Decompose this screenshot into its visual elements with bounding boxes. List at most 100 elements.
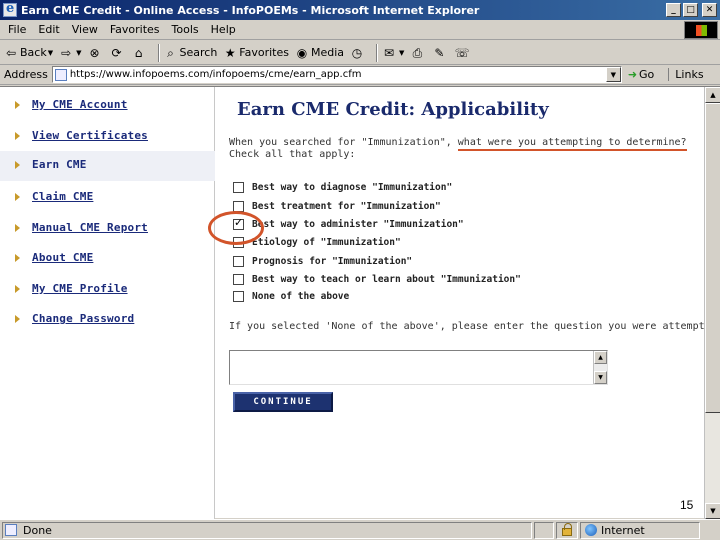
back-arrow-icon: ⇦ (5, 45, 17, 60)
refresh-button[interactable]: ⟳ (110, 46, 126, 60)
history-button[interactable]: ◷ (350, 46, 366, 60)
search-button[interactable]: ⌕ Search (164, 45, 217, 60)
menu-file[interactable]: File (0, 23, 32, 36)
status-text-cell: Done (2, 521, 532, 539)
chevron-down-icon[interactable]: ▼ (605, 67, 621, 82)
go-button[interactable]: ➜ Go (628, 68, 654, 81)
arrow-bullet-icon (15, 161, 20, 169)
scroll-up-icon[interactable]: ▲ (594, 351, 607, 364)
option-label: Etiology of "Immunization" (252, 236, 401, 248)
favorites-button[interactable]: ★ Favorites (223, 46, 289, 60)
sidebar-item-label[interactable]: My CME Profile (32, 282, 128, 295)
option-label: None of the above (252, 290, 350, 302)
print-icon: ⎙ (412, 45, 423, 60)
discuss-button[interactable]: ☏ (454, 46, 470, 60)
back-label: Back (20, 46, 47, 59)
links-button[interactable]: Links (668, 68, 704, 81)
scroll-down-icon[interactable]: ▼ (705, 503, 720, 519)
scroll-down-icon[interactable]: ▼ (594, 371, 607, 384)
option-diagnose[interactable]: Best way to diagnose "Immunization" (233, 180, 452, 194)
sidebar-item-label[interactable]: Earn CME (32, 158, 87, 171)
windows-logo-icon (684, 21, 718, 39)
address-label: Address (4, 68, 48, 81)
continue-button[interactable]: CONTINUE (233, 392, 333, 412)
sidebar-item-label[interactable]: About CME (32, 251, 93, 264)
sidebar-item-label[interactable]: My CME Account (32, 98, 128, 111)
checkbox[interactable] (233, 273, 244, 285)
annotation-circle (208, 211, 264, 245)
sidebar-item-earn-cme[interactable]: Earn CME (0, 151, 215, 181)
option-none[interactable]: None of the above (233, 289, 349, 303)
menu-tools[interactable]: Tools (166, 23, 205, 36)
sidebar-item-label[interactable]: Change Password (32, 312, 134, 325)
scrollbar-thumb[interactable] (705, 103, 720, 413)
sidebar-item-label[interactable]: View Certificates (32, 129, 148, 142)
menu-bar: File Edit View Favorites Tools Help (0, 20, 720, 40)
sidebar-item-about-cme[interactable]: About CME (0, 244, 215, 274)
arrow-bullet-icon (15, 315, 20, 323)
textarea-scrollbar[interactable]: ▲ ▼ (593, 351, 607, 384)
prompt-instruction: Check all that apply: (229, 149, 356, 160)
page-title: Earn CME Credit: Applicability (237, 99, 549, 120)
window-controls: _ □ ✕ (666, 3, 717, 17)
media-button[interactable]: ◉ Media (295, 46, 344, 60)
checkbox[interactable] (233, 200, 244, 212)
security-zone-cell[interactable]: Internet (580, 521, 700, 539)
arrow-bullet-icon (15, 224, 20, 232)
menu-view[interactable]: View (66, 23, 104, 36)
back-button[interactable]: ⇦ Back ▼ (4, 46, 53, 60)
secure-lock-cell[interactable] (556, 521, 578, 539)
question-textarea[interactable]: ▲ ▼ (229, 350, 608, 385)
page-content: My CME Account View Certificates Earn CM… (0, 86, 720, 519)
option-label: Prognosis for "Immunization" (252, 255, 413, 267)
title-bar: Earn CME Credit - Online Access - InfoPO… (0, 0, 720, 20)
checkbox[interactable] (233, 290, 244, 302)
status-text: Done (23, 523, 52, 537)
sidebar-item-change-password[interactable]: Change Password (0, 305, 215, 335)
prompt-highlight: what were you attempting to determine? (457, 137, 687, 151)
print-button[interactable]: ⎙ (410, 46, 426, 60)
option-label: Best treatment for "Immunization" (252, 200, 441, 212)
zone-label: Internet (601, 523, 645, 537)
option-teach-learn[interactable]: Best way to teach or learn about "Immuni… (233, 272, 521, 286)
menu-favorites[interactable]: Favorites (104, 23, 166, 36)
sidebar-item-manual-cme-report[interactable]: Manual CME Report (0, 214, 215, 244)
lock-icon (562, 523, 572, 536)
minimize-button[interactable]: _ (666, 3, 681, 17)
media-label: Media (311, 46, 345, 59)
maximize-button[interactable]: □ (683, 3, 698, 17)
sidebar-item-label[interactable]: Manual CME Report (32, 221, 148, 234)
stop-button[interactable]: ⊗ (88, 46, 104, 60)
go-arrow-icon: ➜ (627, 68, 638, 81)
media-icon: ◉ (296, 45, 308, 60)
close-button[interactable]: ✕ (702, 3, 717, 17)
status-bar: Done Internet (0, 519, 720, 540)
menu-edit[interactable]: Edit (32, 23, 65, 36)
home-icon: ⌂ (134, 45, 143, 60)
scroll-up-icon[interactable]: ▲ (705, 87, 720, 103)
sidebar-item-my-cme-account[interactable]: My CME Account (0, 91, 215, 121)
option-label: Best way to teach or learn about "Immuni… (252, 273, 521, 285)
sidebar-item-view-certificates[interactable]: View Certificates (0, 122, 215, 152)
sidebar-item-label[interactable]: Claim CME (32, 190, 93, 203)
search-prompt: When you searched for "Immunization", wh… (229, 137, 687, 161)
option-administer[interactable]: Best way to administer "Immunization" (233, 216, 464, 231)
address-field[interactable]: https://www.infopoems.com/infopoems/cme/… (51, 66, 622, 83)
home-button[interactable]: ⌂ (132, 46, 148, 60)
search-icon: ⌕ (167, 45, 174, 60)
option-treatment[interactable]: Best treatment for "Immunization" (233, 199, 441, 213)
menu-help[interactable]: Help (205, 23, 242, 36)
sidebar-item-claim-cme[interactable]: Claim CME (0, 183, 215, 213)
arrow-bullet-icon (15, 132, 20, 140)
option-prognosis[interactable]: Prognosis for "Immunization" (233, 254, 412, 268)
forward-button[interactable]: ⇨ ▼ (59, 46, 81, 60)
address-url[interactable]: https://www.infopoems.com/infopoems/cme/… (70, 69, 362, 80)
edit-button[interactable]: ✎ (432, 46, 448, 60)
checkbox[interactable] (233, 255, 244, 267)
arrow-bullet-icon (15, 193, 20, 201)
page-scrollbar[interactable]: ▲ ▼ (704, 87, 720, 519)
mail-button[interactable]: ✉ ▼ (382, 46, 404, 60)
standard-toolbar: ⇦ Back ▼ ⇨ ▼ ⊗ ⟳ ⌂ ⌕ Search ★ Favorites … (0, 41, 720, 65)
checkbox[interactable] (233, 181, 244, 193)
sidebar-item-my-cme-profile[interactable]: My CME Profile (0, 275, 215, 305)
